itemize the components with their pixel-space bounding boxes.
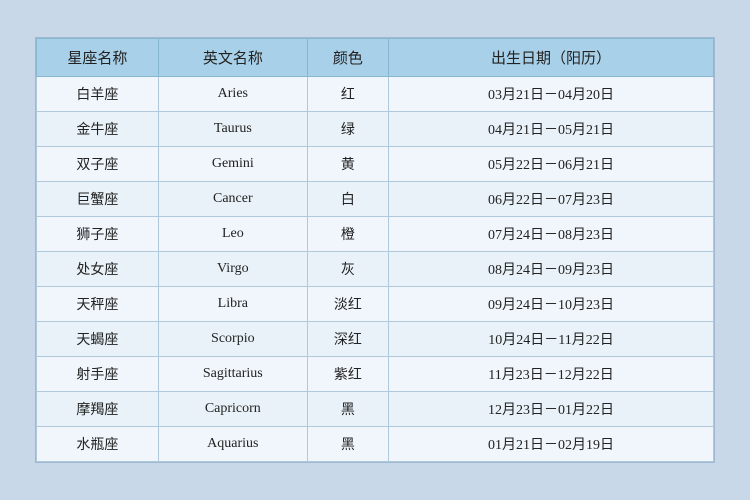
cell-color: 黄: [307, 147, 388, 182]
table-row: 处女座Virgo灰08月24日－09月23日: [37, 252, 714, 287]
cell-date: 01月21日－02月19日: [389, 427, 714, 462]
table-row: 金牛座Taurus绿04月21日－05月21日: [37, 112, 714, 147]
cell-zh: 射手座: [37, 357, 159, 392]
cell-en: Sagittarius: [158, 357, 307, 392]
cell-date: 10月24日－11月22日: [389, 322, 714, 357]
cell-zh: 处女座: [37, 252, 159, 287]
cell-en: Cancer: [158, 182, 307, 217]
cell-en: Virgo: [158, 252, 307, 287]
cell-en: Libra: [158, 287, 307, 322]
cell-zh: 双子座: [37, 147, 159, 182]
table-row: 双子座Gemini黄05月22日－06月21日: [37, 147, 714, 182]
table-row: 巨蟹座Cancer白06月22日－07月23日: [37, 182, 714, 217]
cell-en: Gemini: [158, 147, 307, 182]
cell-date: 06月22日－07月23日: [389, 182, 714, 217]
cell-zh: 狮子座: [37, 217, 159, 252]
table-row: 摩羯座Capricorn黑12月23日－01月22日: [37, 392, 714, 427]
table-row: 天蝎座Scorpio深红10月24日－11月22日: [37, 322, 714, 357]
cell-color: 深红: [307, 322, 388, 357]
header-date: 出生日期（阳历）: [389, 39, 714, 77]
cell-color: 绿: [307, 112, 388, 147]
cell-date: 07月24日－08月23日: [389, 217, 714, 252]
table-row: 天秤座Libra淡红09月24日－10月23日: [37, 287, 714, 322]
cell-zh: 摩羯座: [37, 392, 159, 427]
zodiac-table: 星座名称 英文名称 颜色 出生日期（阳历） 白羊座Aries红03月21日－04…: [36, 38, 714, 462]
cell-en: Aries: [158, 77, 307, 112]
zodiac-table-container: 星座名称 英文名称 颜色 出生日期（阳历） 白羊座Aries红03月21日－04…: [35, 37, 715, 463]
cell-zh: 巨蟹座: [37, 182, 159, 217]
cell-en: Leo: [158, 217, 307, 252]
cell-en: Taurus: [158, 112, 307, 147]
cell-en: Scorpio: [158, 322, 307, 357]
cell-color: 橙: [307, 217, 388, 252]
cell-en: Aquarius: [158, 427, 307, 462]
cell-color: 紫红: [307, 357, 388, 392]
table-row: 狮子座Leo橙07月24日－08月23日: [37, 217, 714, 252]
cell-zh: 金牛座: [37, 112, 159, 147]
cell-color: 黑: [307, 427, 388, 462]
table-row: 水瓶座Aquarius黑01月21日－02月19日: [37, 427, 714, 462]
cell-color: 白: [307, 182, 388, 217]
cell-zh: 水瓶座: [37, 427, 159, 462]
cell-zh: 天蝎座: [37, 322, 159, 357]
header-en: 英文名称: [158, 39, 307, 77]
cell-zh: 天秤座: [37, 287, 159, 322]
cell-date: 08月24日－09月23日: [389, 252, 714, 287]
table-row: 射手座Sagittarius紫红11月23日－12月22日: [37, 357, 714, 392]
table-body: 白羊座Aries红03月21日－04月20日金牛座Taurus绿04月21日－0…: [37, 77, 714, 462]
cell-date: 05月22日－06月21日: [389, 147, 714, 182]
cell-zh: 白羊座: [37, 77, 159, 112]
cell-color: 灰: [307, 252, 388, 287]
cell-color: 黑: [307, 392, 388, 427]
table-row: 白羊座Aries红03月21日－04月20日: [37, 77, 714, 112]
cell-en: Capricorn: [158, 392, 307, 427]
cell-date: 03月21日－04月20日: [389, 77, 714, 112]
table-header-row: 星座名称 英文名称 颜色 出生日期（阳历）: [37, 39, 714, 77]
cell-color: 红: [307, 77, 388, 112]
cell-date: 04月21日－05月21日: [389, 112, 714, 147]
cell-date: 09月24日－10月23日: [389, 287, 714, 322]
cell-color: 淡红: [307, 287, 388, 322]
header-zh: 星座名称: [37, 39, 159, 77]
header-color: 颜色: [307, 39, 388, 77]
cell-date: 12月23日－01月22日: [389, 392, 714, 427]
cell-date: 11月23日－12月22日: [389, 357, 714, 392]
